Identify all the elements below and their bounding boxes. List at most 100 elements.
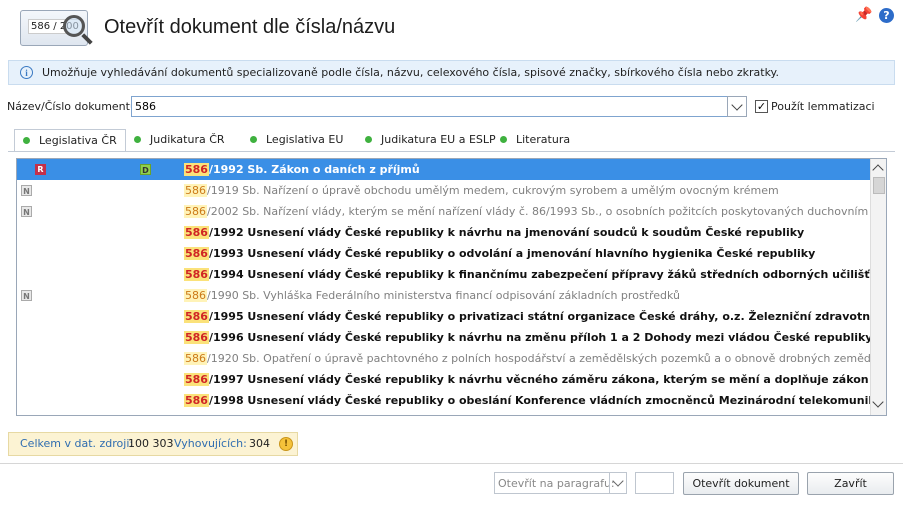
list-item[interactable]: R D 586/1992 Sb. Zákon o daních z příjmů [17,159,870,180]
pin-icon[interactable]: 📌 [855,8,872,22]
item-title: /1992 Usnesení vlády České republiky k n… [208,226,805,239]
item-text: 586/2002 Sb. Nařízení vlády, kterým se m… [184,201,870,222]
item-title: /1997 Usnesení vlády České republiky k n… [208,373,870,386]
scroll-up-icon[interactable] [872,164,884,176]
item-title: /1996 Usnesení vlády České republiky k n… [208,331,870,344]
tab-legislativa-eu[interactable]: Legislativa EU [242,129,351,151]
open-paragraph-select[interactable]: Otevřít na paragrafu: [494,472,627,494]
lemmatization-label: Použít lemmatizaci [771,100,875,113]
item-text: 586/1996 Usnesení vlády České republiky … [184,327,870,348]
match-number: 586 [184,373,209,386]
list-item[interactable]: 586/1997 Usnesení vlády České republiky … [17,369,870,390]
info-icon: i [20,66,33,79]
item-title: /1995 Usnesení vlády České republiky o p… [208,310,870,323]
tab-legislativa-cr[interactable]: Legislativa ČR [14,129,126,152]
badge-d-icon: D [140,164,151,175]
tab-divider [8,151,895,152]
magnifier-handle [81,33,93,45]
status-dot-icon [365,136,372,143]
info-text: Umožňuje vyhledávání dokumentů specializ… [42,66,779,79]
search-label: Název/Číslo dokumentu: [7,100,141,113]
item-text: 586/1992 Usnesení vlády České republiky … [184,222,804,243]
tab-label: Legislativa EU [266,133,344,146]
item-text: 586/1994 Usnesení vlády České republiky … [184,264,870,285]
list-item[interactable]: 586/1995 Usnesení vlády České republiky … [17,306,870,327]
header: 586 / 200 Otevřít dokument dle čísla/náz… [0,0,903,56]
item-text: 586/1919 Sb. Nařízení o úpravě obchodu u… [184,180,779,201]
tab-label: Judikatura EU a ESLP [381,133,496,146]
list-item[interactable]: N 586/2002 Sb. Nařízení vlády, kterým se… [17,201,870,222]
open-paragraph-label: Otevřít na paragrafu: [498,477,615,490]
item-text: 586/1998 Usnesení vlády České republiky … [184,390,870,411]
list-item[interactable]: N 586/1919 Sb. Nařízení o úpravě obchodu… [17,180,870,201]
item-title: /1998 Usnesení vlády České republiky o o… [208,394,870,407]
list-item[interactable]: N 586/1990 Sb. Vyhláška Federálního mini… [17,285,870,306]
tab-label: Legislativa ČR [39,134,117,147]
search-dropdown-button[interactable] [727,96,747,117]
match-number: 586 [184,310,209,323]
tab-literatura[interactable]: Literatura [492,129,578,151]
app-logo: 586 / 200 [20,10,93,46]
match-number: 586 [184,205,207,218]
match-number: 586 [184,163,209,176]
match-number: 586 [184,247,209,260]
tab-judikatura-eu-eslp[interactable]: Judikatura EU a ESLP [357,129,504,151]
item-title: /1990 Sb. Vyhláška Federálního ministers… [207,289,680,302]
list-item[interactable]: 586/1998 Usnesení vlády České republiky … [17,390,870,411]
lemmatization-checkbox[interactable]: ✓ [755,100,768,113]
item-text: 586/1997 Usnesení vlády České republiky … [184,369,870,390]
magnifier-icon [63,15,85,37]
results-list: R D 586/1992 Sb. Zákon o daních z příjmů… [16,158,887,416]
dialog-title: Otevřít dokument dle čísla/názvu [104,16,396,38]
item-text: 586/1992 Sb. Zákon o daních z příjmů [184,159,420,180]
hint-icon[interactable]: ! [279,437,293,451]
chevron-down-icon [612,475,624,487]
status-dot-icon [500,136,507,143]
item-title: /1994 Usnesení vlády České republiky k f… [208,268,870,281]
list-item[interactable]: 586/1992 Usnesení vlády České republiky … [17,222,870,243]
item-text: 586/1920 Sb. Opatření o úpravě pachtovné… [184,348,870,369]
badge-n-icon: N [21,206,32,217]
scroll-thumb[interactable] [873,177,885,194]
badge-n-icon: N [21,185,32,196]
status-dot-icon [134,136,141,143]
status-dot-icon [23,137,30,144]
open-document-button[interactable]: Otevřít dokument [683,472,799,495]
list-item[interactable]: 586/1994 Usnesení vlády České republiky … [17,264,870,285]
item-title: /1993 Usnesení vlády České republiky o o… [208,247,816,260]
match-number: 586 [184,289,207,302]
list-item[interactable]: 586/1993 Usnesení vlády České republiky … [17,243,870,264]
footer-divider [0,463,903,464]
help-icon[interactable]: ? [879,8,894,23]
total-value: 100 303 [128,437,174,450]
match-number: 586 [184,394,209,407]
results-summary: Celkem v dat. zdroji: 100 303 Vyhovující… [8,432,298,456]
matching-label: Vyhovujících: [174,437,247,450]
tab-label: Literatura [516,133,571,146]
list-item[interactable]: 586/1996 Usnesení vlády České republiky … [17,327,870,348]
total-label: Celkem v dat. zdroji: [20,437,134,450]
status-dot-icon [250,136,257,143]
item-text: 586/1993 Usnesení vlády České republiky … [184,243,815,264]
badge-r-icon: R [35,164,46,175]
match-number: 586 [184,184,207,197]
match-number: 586 [184,331,209,344]
paragraph-number-input[interactable] [635,472,674,494]
list-item[interactable]: 586/1920 Sb. Opatření o úpravě pachtovné… [17,348,870,369]
chevron-down-icon [731,99,743,111]
badge-n-icon: N [21,290,32,301]
vertical-scrollbar[interactable] [870,159,886,415]
item-title: /1920 Sb. Opatření o úpravě pachtovného … [207,352,870,365]
item-text: 586/1990 Sb. Vyhláška Federálního minist… [184,285,680,306]
match-number: 586 [184,268,209,281]
match-number: 586 [184,352,207,365]
item-title: /1919 Sb. Nařízení o úpravě obchodu uměl… [207,184,779,197]
search-input[interactable] [131,96,728,117]
item-title: /1992 Sb. Zákon o daních z příjmů [208,163,420,176]
paragraph-dropdown-button[interactable] [609,472,627,494]
item-title: /2002 Sb. Nařízení vlády, kterým se mění… [207,205,870,218]
matching-value: 304 [249,437,270,450]
close-button[interactable]: Zavřít [807,472,894,495]
scroll-down-icon[interactable] [872,396,884,408]
tab-judikatura-cr[interactable]: Judikatura ČR [126,129,233,151]
